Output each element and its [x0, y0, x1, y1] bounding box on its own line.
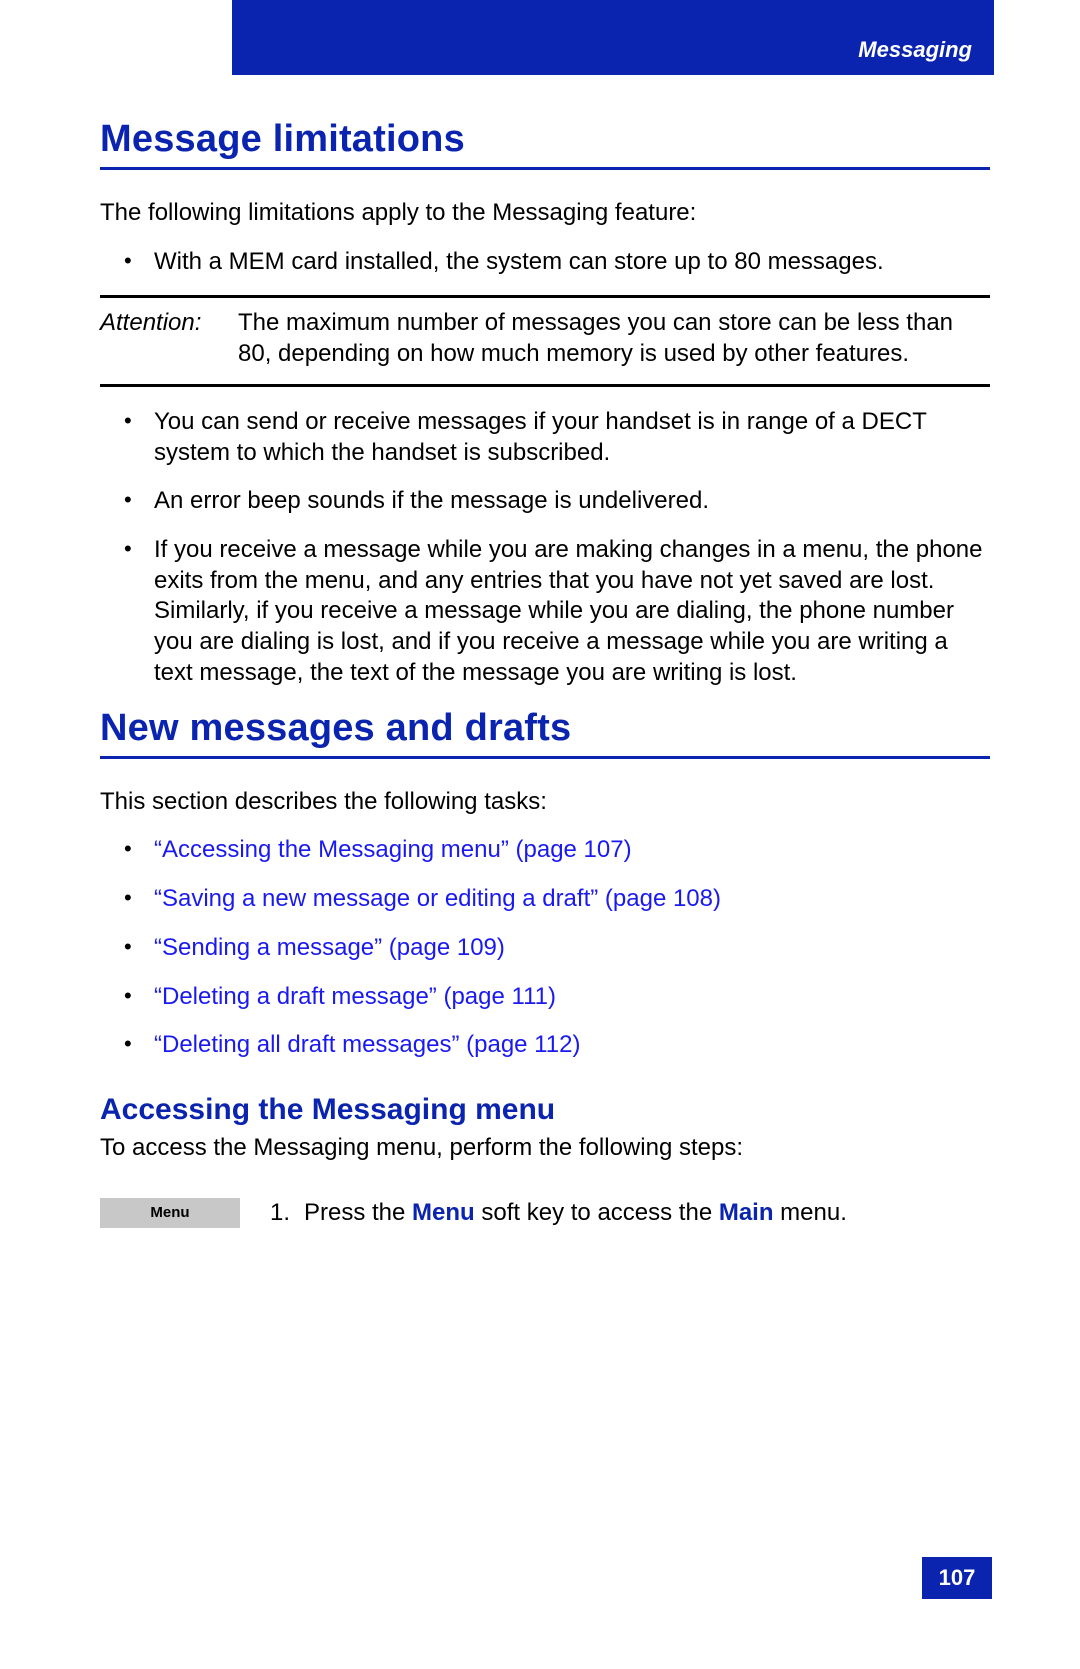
text: soft key to access the [475, 1199, 719, 1226]
list-item: “Accessing the Messaging menu” (page 107… [124, 835, 990, 866]
attention-label: Attention: [100, 308, 238, 369]
xref-link[interactable]: “Sending a message” (page 109) [154, 934, 505, 961]
newmsg-intro: This section describes the following tas… [100, 787, 990, 818]
text: Press the [304, 1199, 412, 1226]
limitations-bullet-4: If you receive a message while you are m… [124, 535, 990, 689]
xref-link[interactable]: “Deleting all draft messages” (page 112) [154, 1031, 580, 1058]
xref-link[interactable]: “Accessing the Messaging menu” (page 107… [154, 836, 632, 863]
limitations-intro: The following limitations apply to the M… [100, 198, 990, 229]
list-item: “Deleting all draft messages” (page 112) [124, 1030, 990, 1061]
header-section: Messaging [858, 37, 972, 63]
list-item: “Deleting a draft message” (page 111) [124, 982, 990, 1013]
text: menu. [774, 1199, 847, 1226]
newmsg-links: “Accessing the Messaging menu” (page 107… [100, 835, 990, 1061]
accessing-intro: To access the Messaging menu, perform th… [100, 1133, 990, 1164]
step-1-body: Press the Menu soft key to access the Ma… [304, 1198, 847, 1229]
limitations-list-rest: You can send or receive messages if your… [100, 407, 990, 689]
attention-note: Attention: The maximum number of message… [100, 295, 990, 386]
list-item: “Sending a message” (page 109) [124, 933, 990, 964]
xref-link[interactable]: “Deleting a draft message” (page 111) [154, 983, 556, 1010]
page-number: 107 [922, 1557, 992, 1599]
limitations-list-top: With a MEM card installed, the system ca… [100, 247, 990, 278]
content: Message limitations The following limita… [100, 100, 990, 1228]
list-item: “Saving a new message or editing a draft… [124, 884, 990, 915]
step-1-row: Menu 1. Press the Menu soft key to acces… [100, 1198, 990, 1229]
keyword-main: Main [719, 1199, 774, 1226]
keyword-menu: Menu [412, 1199, 475, 1226]
attention-text: The maximum number of messages you can s… [238, 308, 990, 369]
header-band: Messaging [232, 0, 994, 75]
xref-link[interactable]: “Saving a new message or editing a draft… [154, 885, 721, 912]
step-1-text: 1. Press the Menu soft key to access the… [270, 1198, 847, 1229]
limitations-bullet-3: An error beep sounds if the message is u… [124, 486, 990, 517]
step-number: 1. [270, 1198, 304, 1229]
limitations-bullet-2: You can send or receive messages if your… [124, 407, 990, 468]
heading-message-limitations: Message limitations [100, 118, 990, 170]
heading-accessing-menu: Accessing the Messaging menu [100, 1093, 990, 1127]
limitations-bullet-1: With a MEM card installed, the system ca… [124, 247, 990, 278]
heading-new-messages: New messages and drafts [100, 707, 990, 759]
softkey-menu: Menu [100, 1198, 240, 1228]
